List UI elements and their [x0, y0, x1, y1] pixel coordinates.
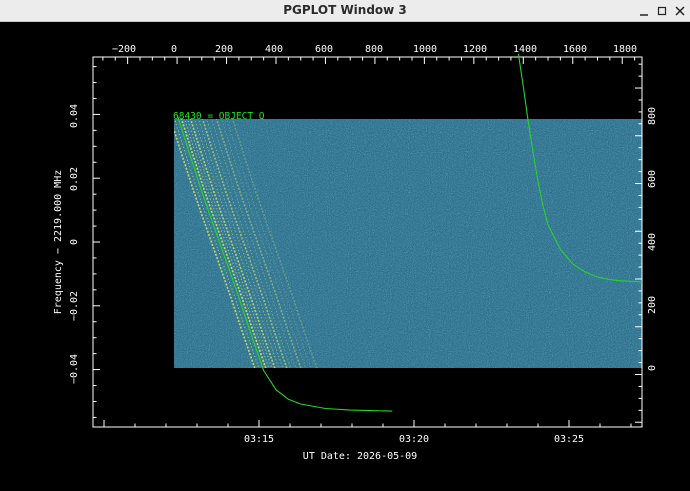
right-tick-label: 800: [647, 107, 658, 125]
close-icon: [675, 6, 685, 16]
top-tick-label: 1800: [613, 44, 637, 55]
left-tick-label: −0.04: [69, 354, 80, 384]
top-tick-label: 0: [171, 44, 177, 55]
left-tick-label: 0: [69, 239, 80, 245]
left-axis-labels: 0.04 0.02 0 −0.02 −0.04: [69, 104, 80, 384]
top-tick-label: 1400: [513, 44, 537, 55]
top-tick-label: 1000: [413, 44, 437, 55]
plot-canvas: −200 0 200 400 600 800 1000 1200 1400 16…: [53, 44, 658, 462]
waterfall-image: [174, 119, 642, 368]
minimize-button[interactable]: [635, 2, 653, 20]
top-tick-label: 200: [215, 44, 233, 55]
window-title: PGPLOT Window 3: [283, 3, 407, 17]
right-tick-label: 400: [647, 233, 658, 251]
left-tick-label: −0.02: [69, 291, 80, 321]
left-tick-label: 0.02: [69, 167, 80, 191]
top-tick-label: 600: [315, 44, 333, 55]
right-tick-label: 0: [647, 365, 658, 371]
right-axis-labels: 800 600 400 200 0: [647, 107, 658, 371]
plot-area: −200 0 200 400 600 800 1000 1200 1400 16…: [0, 22, 690, 487]
object-annotation: 68430 = OBJECT Q: [173, 111, 265, 122]
y-axis-title: Frequency − 2219.000 MHz: [53, 170, 64, 315]
bottom-tick-label: 03:15: [244, 434, 274, 445]
close-button[interactable]: [671, 2, 689, 20]
maximize-icon: [657, 6, 667, 16]
window-titlebar: PGPLOT Window 3: [0, 0, 690, 22]
minimize-icon: [640, 14, 648, 16]
bottom-axis-labels: 03:15 03:20 03:25: [244, 434, 584, 445]
top-axis-labels: −200 0 200 400 600 800 1000 1200 1400 16…: [112, 44, 637, 55]
top-tick-label: 800: [365, 44, 383, 55]
top-tick-label: −200: [112, 44, 136, 55]
bottom-tick-label: 03:20: [399, 434, 429, 445]
left-tick-label: 0.04: [69, 104, 80, 128]
top-tick-label: 1600: [563, 44, 587, 55]
bottom-tick-label: 03:25: [554, 434, 584, 445]
top-tick-label: 400: [265, 44, 283, 55]
right-tick-label: 600: [647, 170, 658, 188]
x-axis-title: UT Date: 2026-05-09: [303, 451, 417, 462]
top-tick-label: 1200: [463, 44, 487, 55]
right-tick-label: 200: [647, 296, 658, 314]
maximize-button[interactable]: [653, 2, 671, 20]
